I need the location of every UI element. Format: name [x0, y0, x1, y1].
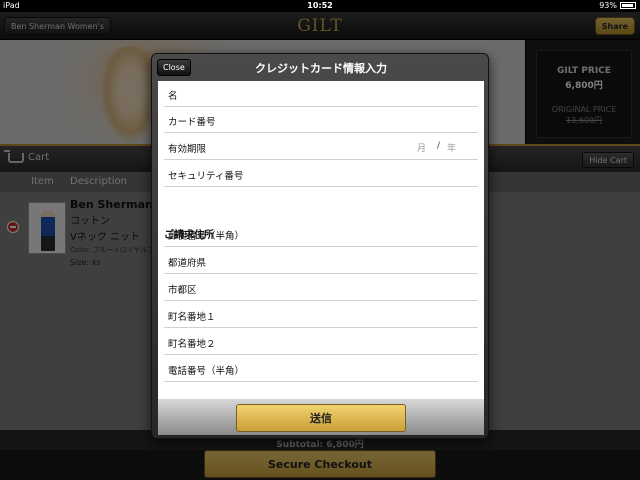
modal-title: クレジットカード情報入力 [255, 62, 387, 75]
credit-card-modal: Close クレジットカード情報入力 名 カード番号 有効期限 月 / 年 セキ… [151, 53, 489, 439]
address1-label: 町名番地１ [168, 312, 216, 323]
card-number-input[interactable] [274, 110, 474, 128]
address1-input[interactable] [274, 305, 474, 323]
expiry-label: 有効期限 [168, 144, 207, 155]
name-input[interactable] [274, 84, 474, 102]
security-code-input[interactable] [274, 164, 474, 182]
submit-button[interactable]: 送信 [236, 404, 406, 432]
postal-code-input[interactable] [274, 224, 474, 242]
phone-input[interactable] [274, 359, 474, 377]
security-code-row[interactable]: セキュリティ番号 [164, 161, 478, 187]
modal-footer: 送信 [158, 399, 484, 435]
prefecture-input[interactable] [274, 251, 474, 269]
phone-row[interactable]: 電話番号（半角） [164, 356, 478, 382]
city-input[interactable] [274, 278, 474, 296]
postal-code-label: 郵便番号（半角） [168, 231, 245, 242]
modal-header: Close クレジットカード情報入力 [152, 54, 490, 81]
name-label: 名 [168, 91, 178, 102]
card-number-label: カード番号 [168, 117, 216, 128]
address2-row[interactable]: 町名番地２ [164, 329, 478, 355]
prefecture-row[interactable]: 都道府県 [164, 248, 478, 274]
status-bar: iPad 10:52 93% [0, 0, 640, 12]
address2-label: 町名番地２ [168, 339, 216, 350]
security-code-label: セキュリティ番号 [168, 171, 244, 182]
address1-row[interactable]: 町名番地１ [164, 302, 478, 328]
address2-input[interactable] [274, 332, 474, 350]
city-row[interactable]: 市都区 [164, 275, 478, 301]
card-number-row[interactable]: カード番号 [164, 107, 478, 133]
battery-percent: 93% [599, 1, 617, 10]
expiry-separator: / [436, 141, 440, 151]
battery-icon [620, 2, 636, 9]
name-row[interactable]: 名 [164, 81, 478, 107]
expiry-year-field[interactable]: 年 [447, 141, 456, 154]
credit-card-form: 名 カード番号 有効期限 月 / 年 セキュリティ番号 ご請求住所 郵便番号（半… [158, 81, 484, 403]
postal-code-row[interactable]: 郵便番号（半角） [164, 221, 478, 247]
city-label: 市都区 [168, 285, 197, 296]
expiry-month-field[interactable]: 月 [417, 141, 426, 154]
phone-label: 電話番号（半角） [168, 366, 245, 377]
clock: 10:52 [307, 1, 333, 10]
prefecture-label: 都道府県 [168, 258, 207, 269]
expiry-row[interactable]: 有効期限 月 / 年 [164, 134, 478, 160]
